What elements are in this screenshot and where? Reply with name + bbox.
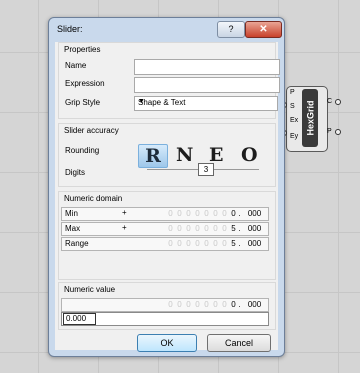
dialog-title: Slider: — [57, 24, 83, 34]
output-grip[interactable] — [335, 99, 341, 105]
output-grip[interactable] — [335, 129, 341, 135]
max-int: 5 — [231, 224, 236, 233]
dialog-client: Properties Name Expression Grip Style Sh… — [55, 42, 280, 352]
slider-value-box[interactable]: 0.000 — [63, 313, 96, 325]
properties-title: Properties — [64, 45, 101, 54]
grip-style-select[interactable]: Shape & Text ▼ — [134, 96, 278, 111]
max-dec: 000 — [247, 224, 262, 233]
help-button[interactable]: ? — [217, 21, 245, 38]
chevron-down-icon: ▼ — [138, 98, 145, 105]
input-ey[interactable]: Ey — [290, 133, 298, 140]
range-label: Range — [65, 239, 89, 248]
name-field[interactable] — [134, 59, 280, 75]
min-dec: 000 — [247, 209, 262, 218]
input-p[interactable]: P — [290, 89, 295, 96]
component-name: HexGrid — [302, 89, 318, 147]
cancel-button[interactable]: Cancel — [207, 334, 271, 352]
value-int: 0 — [231, 300, 236, 309]
min-row[interactable]: Min + 0 0 0 0 0 0 0 0. 000 — [61, 207, 269, 221]
ok-button[interactable]: OK — [137, 334, 197, 352]
range-dec: 000 — [247, 239, 262, 248]
grip-style-label: Grip Style — [65, 98, 101, 107]
rounding-option-o[interactable]: O — [241, 144, 258, 166]
name-label: Name — [65, 61, 87, 70]
min-label: Min — [65, 209, 78, 218]
max-sign: + — [122, 223, 127, 232]
min-int: 0 — [231, 209, 236, 218]
hexgrid-component[interactable]: HexGrid P S Ex Ey C P — [280, 86, 341, 152]
properties-group: Properties Name Expression Grip Style Sh… — [58, 42, 280, 119]
value-dec: 000 — [247, 300, 262, 309]
accuracy-title: Slider accuracy — [64, 126, 119, 135]
output-c[interactable]: C — [327, 98, 332, 105]
rounding-option-r[interactable]: R — [138, 144, 168, 168]
value-slider[interactable]: 0.000 — [61, 312, 269, 326]
digits-label: Digits — [65, 168, 86, 177]
max-row[interactable]: Max + 0 0 0 0 0 0 0 5. 000 — [61, 222, 269, 236]
output-p[interactable]: P — [327, 128, 332, 135]
input-ex[interactable]: Ex — [290, 117, 298, 124]
range-row: Range 0 0 0 0 0 0 0 5. 000 — [61, 237, 269, 251]
rounding-label: Rounding — [65, 146, 100, 155]
slider-dialog: Slider: ? ✕ Properties Name Expression G… — [48, 17, 285, 357]
rounding-option-n[interactable]: N — [176, 144, 193, 166]
close-button[interactable]: ✕ — [245, 21, 282, 38]
expression-field[interactable] — [134, 77, 280, 93]
expression-label: Expression — [65, 79, 105, 88]
min-sign: + — [122, 208, 127, 217]
range-int: 5 — [231, 239, 236, 248]
max-label: Max — [65, 224, 81, 233]
title-bar[interactable]: Slider: ? ✕ — [49, 18, 284, 42]
digits-value[interactable]: 3 — [198, 163, 214, 176]
domain-title: Numeric domain — [64, 194, 123, 203]
value-row[interactable]: 0 0 0 0 0 0 0 0. 000 — [61, 298, 269, 312]
value-title: Numeric value — [64, 285, 116, 294]
input-s[interactable]: S — [290, 103, 295, 110]
